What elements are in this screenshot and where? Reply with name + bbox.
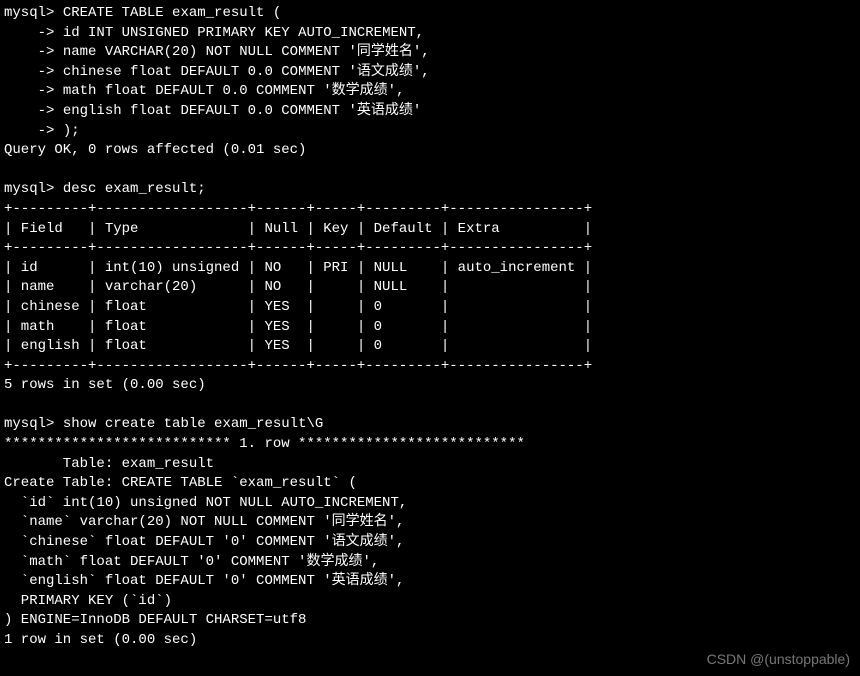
table-row: | english | float | YES | | 0 | | <box>4 338 592 354</box>
show-create-line: PRIMARY KEY (`id`) <box>4 593 172 609</box>
query-result: Query OK, 0 rows affected (0.01 sec) <box>4 142 306 158</box>
show-create-line: `math` float DEFAULT '0' COMMENT '数学成绩', <box>4 554 379 570</box>
sql-show-create: show create table exam_result\G <box>63 416 323 432</box>
row-separator: *************************** 1. row *****… <box>4 436 525 452</box>
show-create-line: `id` int(10) unsigned NOT NULL AUTO_INCR… <box>4 495 407 511</box>
show-create-line: ) ENGINE=InnoDB DEFAULT CHARSET=utf8 <box>4 612 306 628</box>
sql-col-chinese: chinese float DEFAULT 0.0 COMMENT '语文成绩'… <box>63 64 430 80</box>
table-row: | id | int(10) unsigned | NO | PRI | NUL… <box>4 260 592 276</box>
cont-prompt: -> <box>4 123 54 139</box>
table-border: +---------+------------------+------+---… <box>4 201 592 217</box>
show-create-line: `chinese` float DEFAULT '0' COMMENT '语文成… <box>4 534 404 550</box>
desc-footer: 5 rows in set (0.00 sec) <box>4 377 206 393</box>
sql-col-name: name VARCHAR(20) NOT NULL COMMENT '同学姓名'… <box>63 44 430 60</box>
cont-prompt: -> <box>4 83 54 99</box>
sql-close: ); <box>63 123 80 139</box>
table-row: | name | varchar(20) | NO | | NULL | | <box>4 279 592 295</box>
sql-col-math: math float DEFAULT 0.0 COMMENT '数学成绩', <box>63 83 405 99</box>
table-row: | chinese | float | YES | | 0 | | <box>4 299 592 315</box>
table-border: +---------+------------------+------+---… <box>4 358 592 374</box>
show-footer: 1 row in set (0.00 sec) <box>4 632 197 648</box>
cont-prompt: -> <box>4 64 54 80</box>
prompt: mysql> <box>4 416 54 432</box>
watermark: CSDN @(unstoppable) <box>707 650 850 670</box>
sql-desc: desc exam_result; <box>63 181 206 197</box>
show-table-name: Table: exam_result <box>4 456 214 472</box>
prompt: mysql> <box>4 181 54 197</box>
cont-prompt: -> <box>4 25 54 41</box>
terminal-output: mysql> CREATE TABLE exam_result ( -> id … <box>4 4 856 651</box>
show-create-line: `english` float DEFAULT '0' COMMENT '英语成… <box>4 573 404 589</box>
sql-col-english: english float DEFAULT 0.0 COMMENT '英语成绩' <box>63 103 421 119</box>
cont-prompt: -> <box>4 44 54 60</box>
sql-col-id: id INT UNSIGNED PRIMARY KEY AUTO_INCREME… <box>63 25 424 41</box>
show-create-line: Create Table: CREATE TABLE `exam_result`… <box>4 475 357 491</box>
cont-prompt: -> <box>4 103 54 119</box>
show-create-line: `name` varchar(20) NOT NULL COMMENT '同学姓… <box>4 514 404 530</box>
table-border: +---------+------------------+------+---… <box>4 240 592 256</box>
table-header: | Field | Type | Null | Key | Default | … <box>4 221 592 237</box>
prompt: mysql> <box>4 5 54 21</box>
sql-create-table: CREATE TABLE exam_result ( <box>63 5 281 21</box>
table-row: | math | float | YES | | 0 | | <box>4 319 592 335</box>
